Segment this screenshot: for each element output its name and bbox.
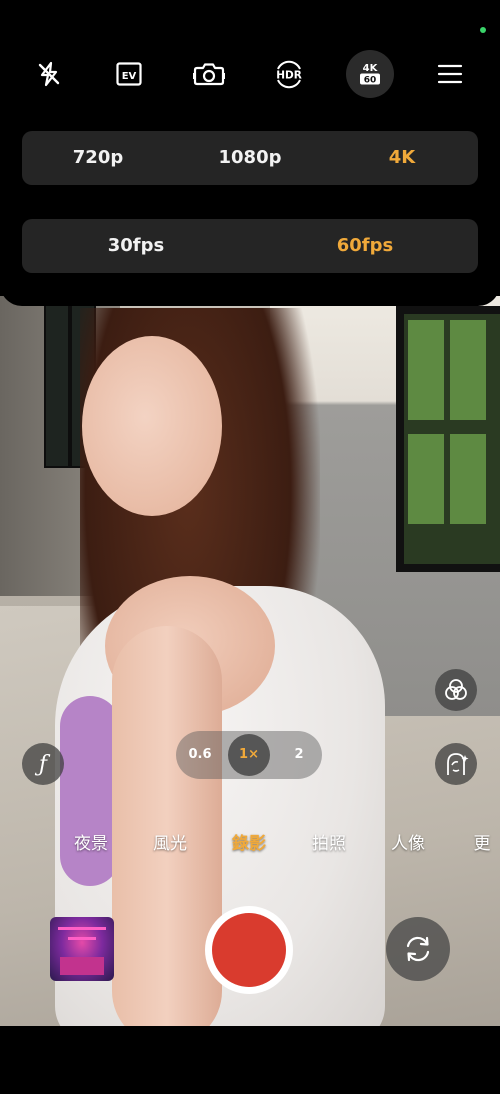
switch-camera-button[interactable] xyxy=(386,917,450,981)
framerate-option-60fps[interactable]: 60fps xyxy=(337,219,393,273)
zoom-option-2[interactable]: 2 xyxy=(294,731,303,779)
mode-night[interactable]: 夜景 xyxy=(74,828,108,860)
ev-label: EV xyxy=(122,71,137,82)
top-toolbar: EV HDR 4K 60 xyxy=(0,50,500,98)
zoom-option-1x[interactable]: 1× xyxy=(239,731,259,779)
zoom-selector: 0.6 1× 2 xyxy=(176,731,322,779)
pro-mode-label: ƒ xyxy=(38,751,48,777)
pro-mode-button[interactable]: ƒ xyxy=(22,743,64,785)
gallery-thumbnail[interactable] xyxy=(50,917,114,981)
mode-video[interactable]: 錄影 xyxy=(232,828,266,860)
framerate-option-30fps[interactable]: 30fps xyxy=(108,219,164,273)
mode-landscape[interactable]: 風光 xyxy=(153,828,187,860)
res-badge-bottom: 60 xyxy=(364,76,377,86)
beauty-face-icon xyxy=(447,753,469,775)
resolution-selector: 720p 1080p 4K xyxy=(22,131,478,185)
subject-arm xyxy=(112,626,222,1026)
zoom-option-0-6[interactable]: 0.6 xyxy=(188,731,211,779)
bottom-bar xyxy=(0,1026,500,1094)
framerate-selector: 30fps 60fps xyxy=(22,219,478,273)
hdr-label: HDR xyxy=(276,70,302,82)
filter-circles-icon xyxy=(445,679,467,700)
mode-selector: 夜景 風光 錄影 拍照 人像 更 xyxy=(0,828,500,860)
hdr-icon[interactable]: HDR xyxy=(265,50,313,98)
resolution-option-4k[interactable]: 4K xyxy=(389,131,415,185)
viewfinder-left-window xyxy=(44,304,70,468)
record-button-inner xyxy=(212,913,286,987)
subject-face xyxy=(82,336,222,516)
beauty-button[interactable] xyxy=(435,743,477,785)
switch-camera-icon xyxy=(406,936,430,962)
resolution-fps-icon[interactable]: 4K 60 xyxy=(346,50,394,98)
camera-status-dot xyxy=(480,27,486,33)
mode-photo[interactable]: 拍照 xyxy=(312,828,346,860)
mode-portrait[interactable]: 人像 xyxy=(391,828,425,860)
menu-icon[interactable] xyxy=(426,50,474,98)
mode-more[interactable]: 更 xyxy=(474,828,491,860)
flash-off-icon[interactable] xyxy=(25,50,73,98)
res-badge-top: 4K xyxy=(363,63,379,74)
resolution-option-1080p[interactable]: 1080p xyxy=(219,131,282,185)
video-settings-panel: EV HDR 4K 60 720p 1080p 4K 30fps 60fps xyxy=(0,0,500,306)
camera-icon[interactable] xyxy=(185,50,233,98)
ev-icon[interactable]: EV xyxy=(105,50,153,98)
resolution-option-720p[interactable]: 720p xyxy=(73,131,123,185)
filter-button[interactable] xyxy=(435,669,477,711)
record-button[interactable] xyxy=(205,906,293,994)
viewfinder-window xyxy=(396,306,500,572)
